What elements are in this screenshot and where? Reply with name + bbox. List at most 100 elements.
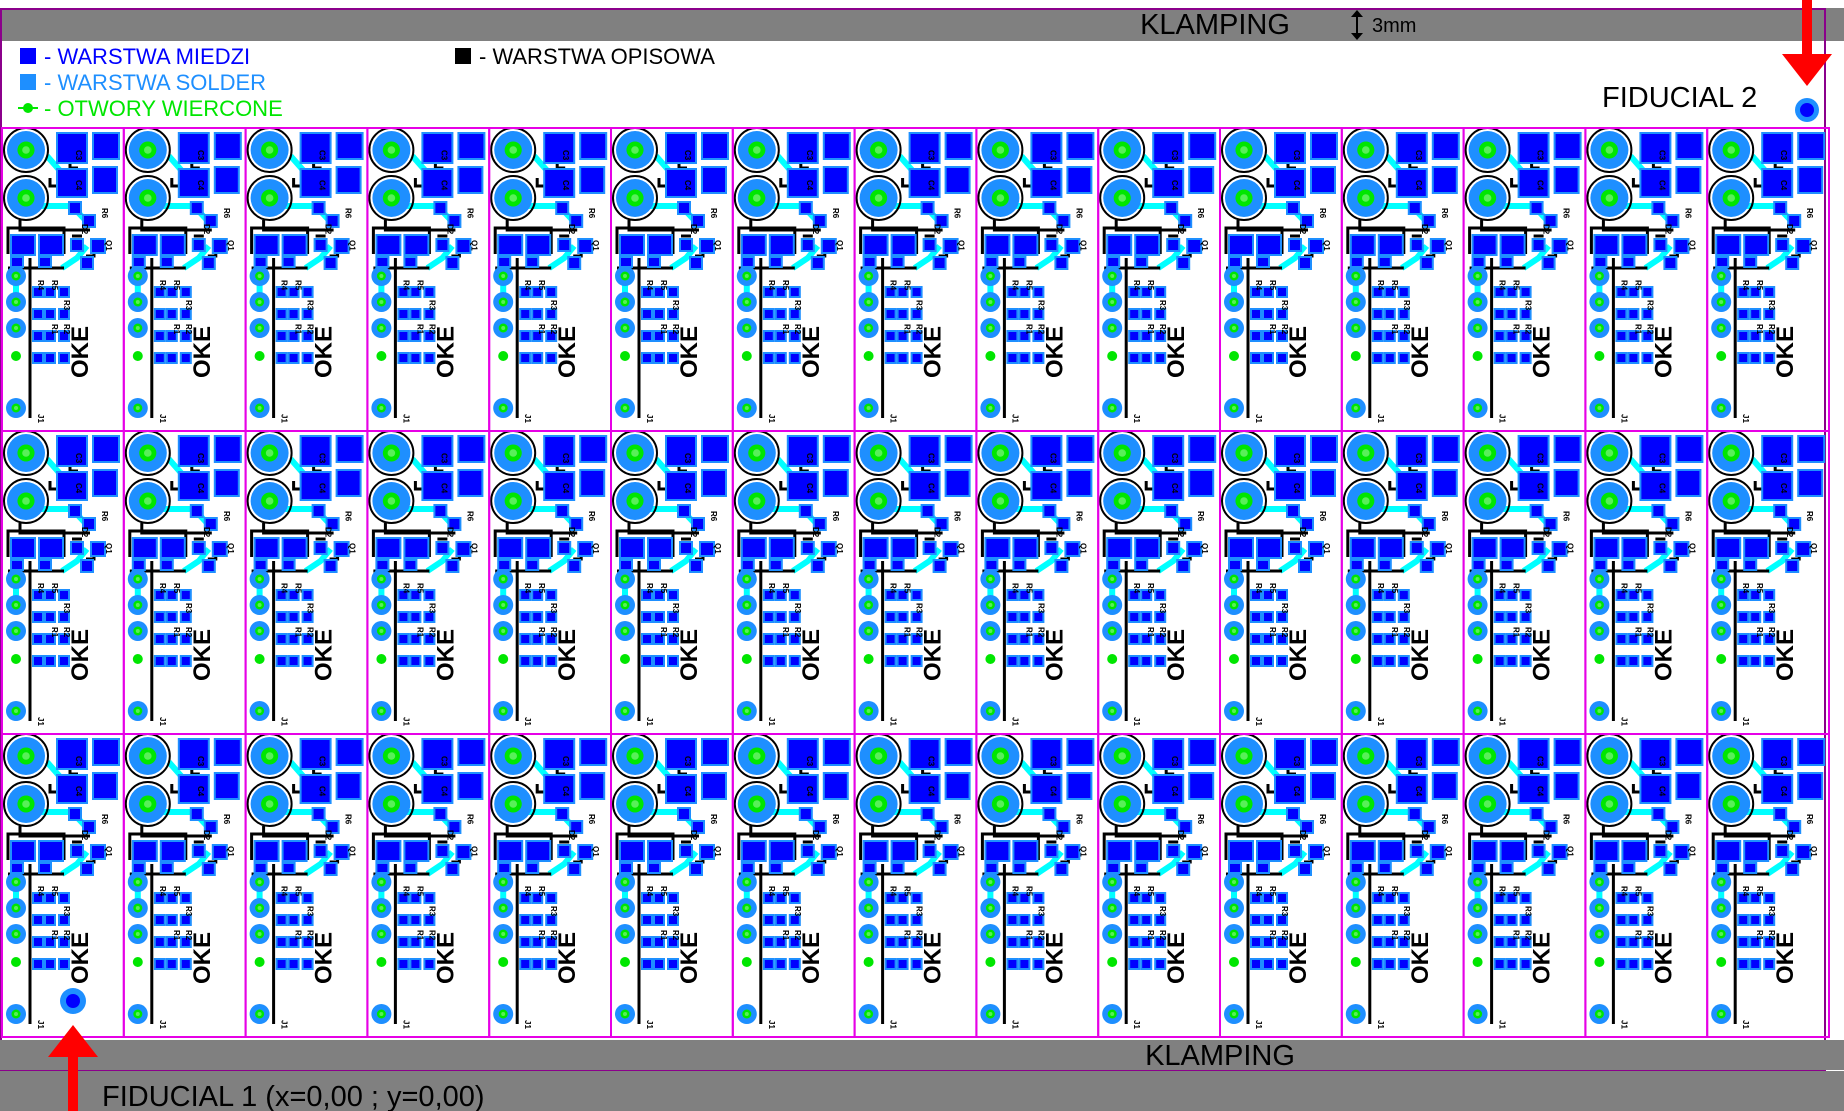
ref-label: Q1 xyxy=(1809,846,1818,857)
rect-pad xyxy=(770,842,793,860)
ref-label: R5 xyxy=(1755,886,1764,897)
smd-pad xyxy=(155,938,164,946)
smd-pad xyxy=(1629,916,1638,924)
drill-hole xyxy=(741,654,752,664)
pcb-board: C3C4R6D2Q1R4 R5R3R1 R2J1OKE xyxy=(1340,430,1465,735)
smd-pad xyxy=(812,258,823,268)
smd-pad xyxy=(944,543,957,555)
ref-label: R5 xyxy=(659,280,668,291)
smd-pad xyxy=(1777,240,1788,250)
bottom-clamp-bar xyxy=(0,1040,1844,1070)
smd-pad xyxy=(924,240,935,250)
rect-pad xyxy=(40,842,62,860)
square-pad xyxy=(1677,437,1702,461)
square-pad xyxy=(459,168,482,192)
smd-pad xyxy=(1765,310,1774,318)
ref-label: R5 xyxy=(659,886,668,897)
smd-pad xyxy=(1373,635,1382,643)
rect-pad xyxy=(892,236,915,254)
smd-pad xyxy=(335,543,348,555)
ref-label: R4 xyxy=(1254,886,1263,897)
ref-label: J1 xyxy=(1132,414,1141,423)
smd-pad xyxy=(1501,864,1512,872)
board-logo: OKE xyxy=(1650,326,1677,378)
fiducial-1-label: FIDUCIAL 1 (x=0,00 ; y=0,00) xyxy=(102,1081,485,1111)
ref-label: D2 xyxy=(324,224,333,235)
smd-pad xyxy=(193,846,204,856)
smd-pad xyxy=(1008,657,1017,665)
ref-label: C4 xyxy=(1657,180,1666,191)
ref-label: J1 xyxy=(1498,1020,1507,1029)
ref-label: Q1 xyxy=(591,543,600,554)
smd-pad xyxy=(802,846,813,856)
smd-pad xyxy=(533,657,542,665)
smd-pad xyxy=(533,613,542,621)
ref-label: R1 xyxy=(1390,627,1399,638)
ref-label: R5 xyxy=(781,583,790,594)
board-logo: OKE xyxy=(920,932,947,984)
rect-pad xyxy=(133,842,156,860)
ref-label: R6 xyxy=(465,511,474,522)
smd-pad xyxy=(399,354,408,362)
smd-pad xyxy=(547,591,556,599)
ref-label: C3 xyxy=(1414,150,1423,161)
smd-pad xyxy=(1252,938,1260,946)
drill-hole xyxy=(985,654,996,664)
smd-pad xyxy=(289,310,298,318)
ref-label: J1 xyxy=(1619,717,1628,726)
smd-pad xyxy=(193,240,204,250)
ref-label: J1 xyxy=(1741,1020,1750,1029)
ref-label: C3 xyxy=(1779,150,1788,161)
smd-pad xyxy=(167,960,176,968)
ref-label: R6 xyxy=(222,814,231,825)
smd-pad xyxy=(912,894,921,902)
ref-label: R3 xyxy=(1767,603,1776,614)
smd-pad xyxy=(1178,561,1189,571)
smd-pad xyxy=(1751,916,1760,924)
ref-label: C3 xyxy=(1048,756,1057,767)
smd-pad xyxy=(82,258,92,268)
smd-pad xyxy=(1617,916,1626,924)
ref-label: J1 xyxy=(1619,414,1628,423)
smd-pad xyxy=(822,240,835,252)
smd-pad xyxy=(155,613,164,621)
board-logo: OKE xyxy=(1163,932,1190,984)
smd-pad xyxy=(425,310,434,318)
smd-pad xyxy=(912,310,921,318)
ref-label: R3 xyxy=(1280,300,1289,311)
smd-pad xyxy=(1108,258,1119,266)
smd-pad xyxy=(1665,864,1676,874)
smd-pad xyxy=(1351,561,1362,569)
smd-pad xyxy=(1130,310,1139,318)
square-pad xyxy=(337,134,362,158)
rect-pad xyxy=(1136,842,1159,860)
ref-label: R1 xyxy=(1146,627,1155,638)
smd-pad xyxy=(1751,613,1760,621)
smd-pad xyxy=(776,960,785,968)
ref-label: R3 xyxy=(184,603,193,614)
ref-label: R5 xyxy=(294,886,303,897)
smd-pad xyxy=(405,864,416,872)
smd-pad xyxy=(669,916,677,924)
smd-pad xyxy=(1373,657,1382,665)
drill-hole xyxy=(1716,654,1727,664)
board-logo: OKE xyxy=(676,629,703,681)
ref-label: C4 xyxy=(1414,483,1423,494)
ref-label: R6 xyxy=(1440,814,1449,825)
smd-pad xyxy=(579,543,592,555)
smd-pad xyxy=(764,916,773,924)
smd-pad xyxy=(533,354,542,362)
ref-label: R1 xyxy=(1633,627,1642,638)
ref-label: R6 xyxy=(1562,511,1571,522)
ref-label: C3 xyxy=(927,150,936,161)
ref-label: C3 xyxy=(927,756,936,767)
ref-label: C4 xyxy=(561,180,570,191)
smd-pad xyxy=(521,332,530,340)
smd-pad xyxy=(649,561,659,569)
ref-label: R6 xyxy=(222,208,231,219)
legend: - WARSTWA MIEDZI - WARSTWA SOLDER - OTWO… xyxy=(18,44,715,121)
smd-pad xyxy=(1136,561,1147,569)
rect-pad xyxy=(1623,539,1646,557)
ref-label: R1 xyxy=(903,627,912,638)
rect-pad xyxy=(40,236,62,254)
